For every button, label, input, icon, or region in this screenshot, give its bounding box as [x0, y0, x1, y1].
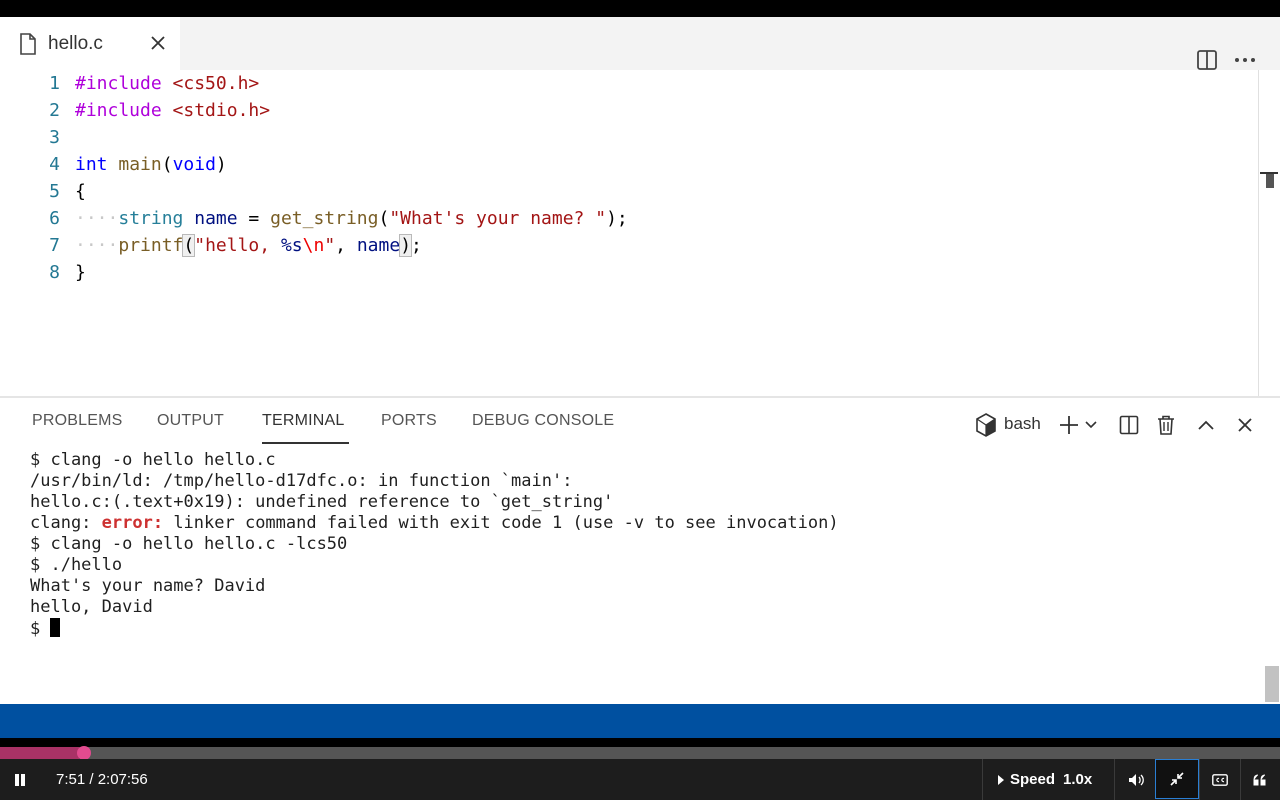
overview-ruler-thumb[interactable] [1266, 174, 1274, 188]
terminal-scrollbar-thumb[interactable] [1265, 666, 1279, 702]
video-controls: 7:51 / 2:07:56 Speed 1.0x [0, 759, 1280, 800]
add-terminal-icon[interactable] [1056, 412, 1082, 438]
terminal-line: $ clang -o hello hello.c -lcs50 [30, 534, 348, 554]
terminal-line: $ ./hello [30, 555, 123, 575]
tab-output[interactable]: OUTPUT [157, 412, 224, 430]
terminal-line: What's your name? David [30, 576, 266, 596]
terminal-prompt-line: $ [30, 618, 1250, 639]
tab-problems[interactable]: PROBLEMS [32, 412, 123, 430]
terminal-text: linker command failed with exit code 1 (… [163, 513, 839, 533]
close-icon[interactable] [146, 31, 170, 55]
chevron-down-icon[interactable] [1081, 412, 1101, 438]
terminal-shell-label[interactable]: bash [1004, 414, 1041, 434]
editor-tab-bar: hello.c [0, 17, 1280, 70]
terminal-text: clang: [30, 513, 102, 533]
pause-icon[interactable] [8, 769, 32, 791]
terminal-line: clang: error: linker command failed with… [30, 513, 1250, 534]
video-time: 7:51 / 2:07:56 [56, 771, 148, 788]
line-number: 1 [49, 73, 60, 94]
divider [1240, 759, 1241, 800]
chevron-up-icon[interactable] [1193, 412, 1219, 438]
video-progress-bar[interactable] [0, 746, 1280, 760]
divider [982, 759, 983, 800]
editor-scrollbar-track[interactable] [1258, 70, 1259, 396]
code-line: 5{ [0, 178, 1250, 205]
error-label: error: [101, 513, 164, 533]
line-number: 4 [49, 154, 60, 175]
bottom-panel: PROBLEMS OUTPUT TERMINAL PORTS DEBUG CON… [0, 396, 1280, 706]
volume-icon[interactable] [1124, 769, 1148, 791]
line-number: 5 [49, 181, 60, 202]
terminal-line: $ clang -o hello hello.c [30, 450, 276, 470]
video-progress-handle[interactable] [76, 746, 91, 760]
code-line: 1 #include <cs50.h> [0, 70, 1250, 97]
line-number: 8 [49, 262, 60, 283]
trash-icon[interactable] [1153, 412, 1179, 438]
terminal-cursor [50, 618, 61, 637]
code-line: 3 [0, 124, 1250, 151]
line-number: 7 [49, 235, 60, 256]
exit-fullscreen-icon [1166, 768, 1188, 790]
tab-terminal[interactable]: TERMINAL [262, 412, 345, 430]
transcript-quote-icon[interactable] [1248, 769, 1272, 791]
caret-right-icon[interactable] [996, 773, 1006, 787]
file-icon [17, 31, 39, 57]
tab-label: hello.c [48, 32, 103, 54]
active-tab-indicator [262, 442, 349, 444]
divider [1114, 759, 1115, 800]
terminal-output[interactable]: $ clang -o hello hello.c /usr/bin/ld: /t… [30, 450, 1250, 639]
code-line: 8} [0, 259, 1250, 286]
divider [1199, 759, 1200, 800]
line-number: 2 [49, 100, 60, 121]
tab-debug-console[interactable]: DEBUG CONSOLE [472, 412, 614, 430]
line-number: 6 [49, 208, 60, 229]
captions-icon[interactable] [1208, 769, 1232, 791]
speed-label[interactable]: Speed [1010, 771, 1055, 788]
terminal-line: hello.c:(.text+0x19): undefined referenc… [30, 492, 614, 512]
terminal-shell-icon [973, 412, 999, 438]
code-editor[interactable]: 1 #include <cs50.h> 2 #include <stdio.h> 3… [0, 70, 1280, 396]
terminal-line: /usr/bin/ld: /tmp/hello-d17dfc.o: in fun… [30, 471, 573, 491]
split-terminal-icon[interactable] [1116, 412, 1142, 438]
code-line: 6 ····string name = get_string("What's yo… [0, 205, 1250, 232]
code-line: 4 int main(void) [0, 151, 1250, 178]
prompt: $ [30, 619, 51, 639]
close-panel-icon[interactable] [1232, 412, 1258, 438]
status-bar [0, 704, 1280, 738]
code-line: 7 ····printf("hello, %s\n", name); [0, 232, 1250, 259]
tab-hello-c[interactable]: hello.c [0, 17, 180, 70]
line-number: 3 [49, 127, 60, 148]
top-black-bar [0, 0, 1280, 17]
video-progress-fill [0, 747, 79, 759]
exit-fullscreen-button[interactable] [1155, 759, 1199, 799]
code-line: 2 #include <stdio.h> [0, 97, 1250, 124]
terminal-line: hello, David [30, 597, 153, 617]
tab-ports[interactable]: PORTS [381, 412, 437, 430]
speed-value[interactable]: 1.0x [1063, 771, 1092, 788]
